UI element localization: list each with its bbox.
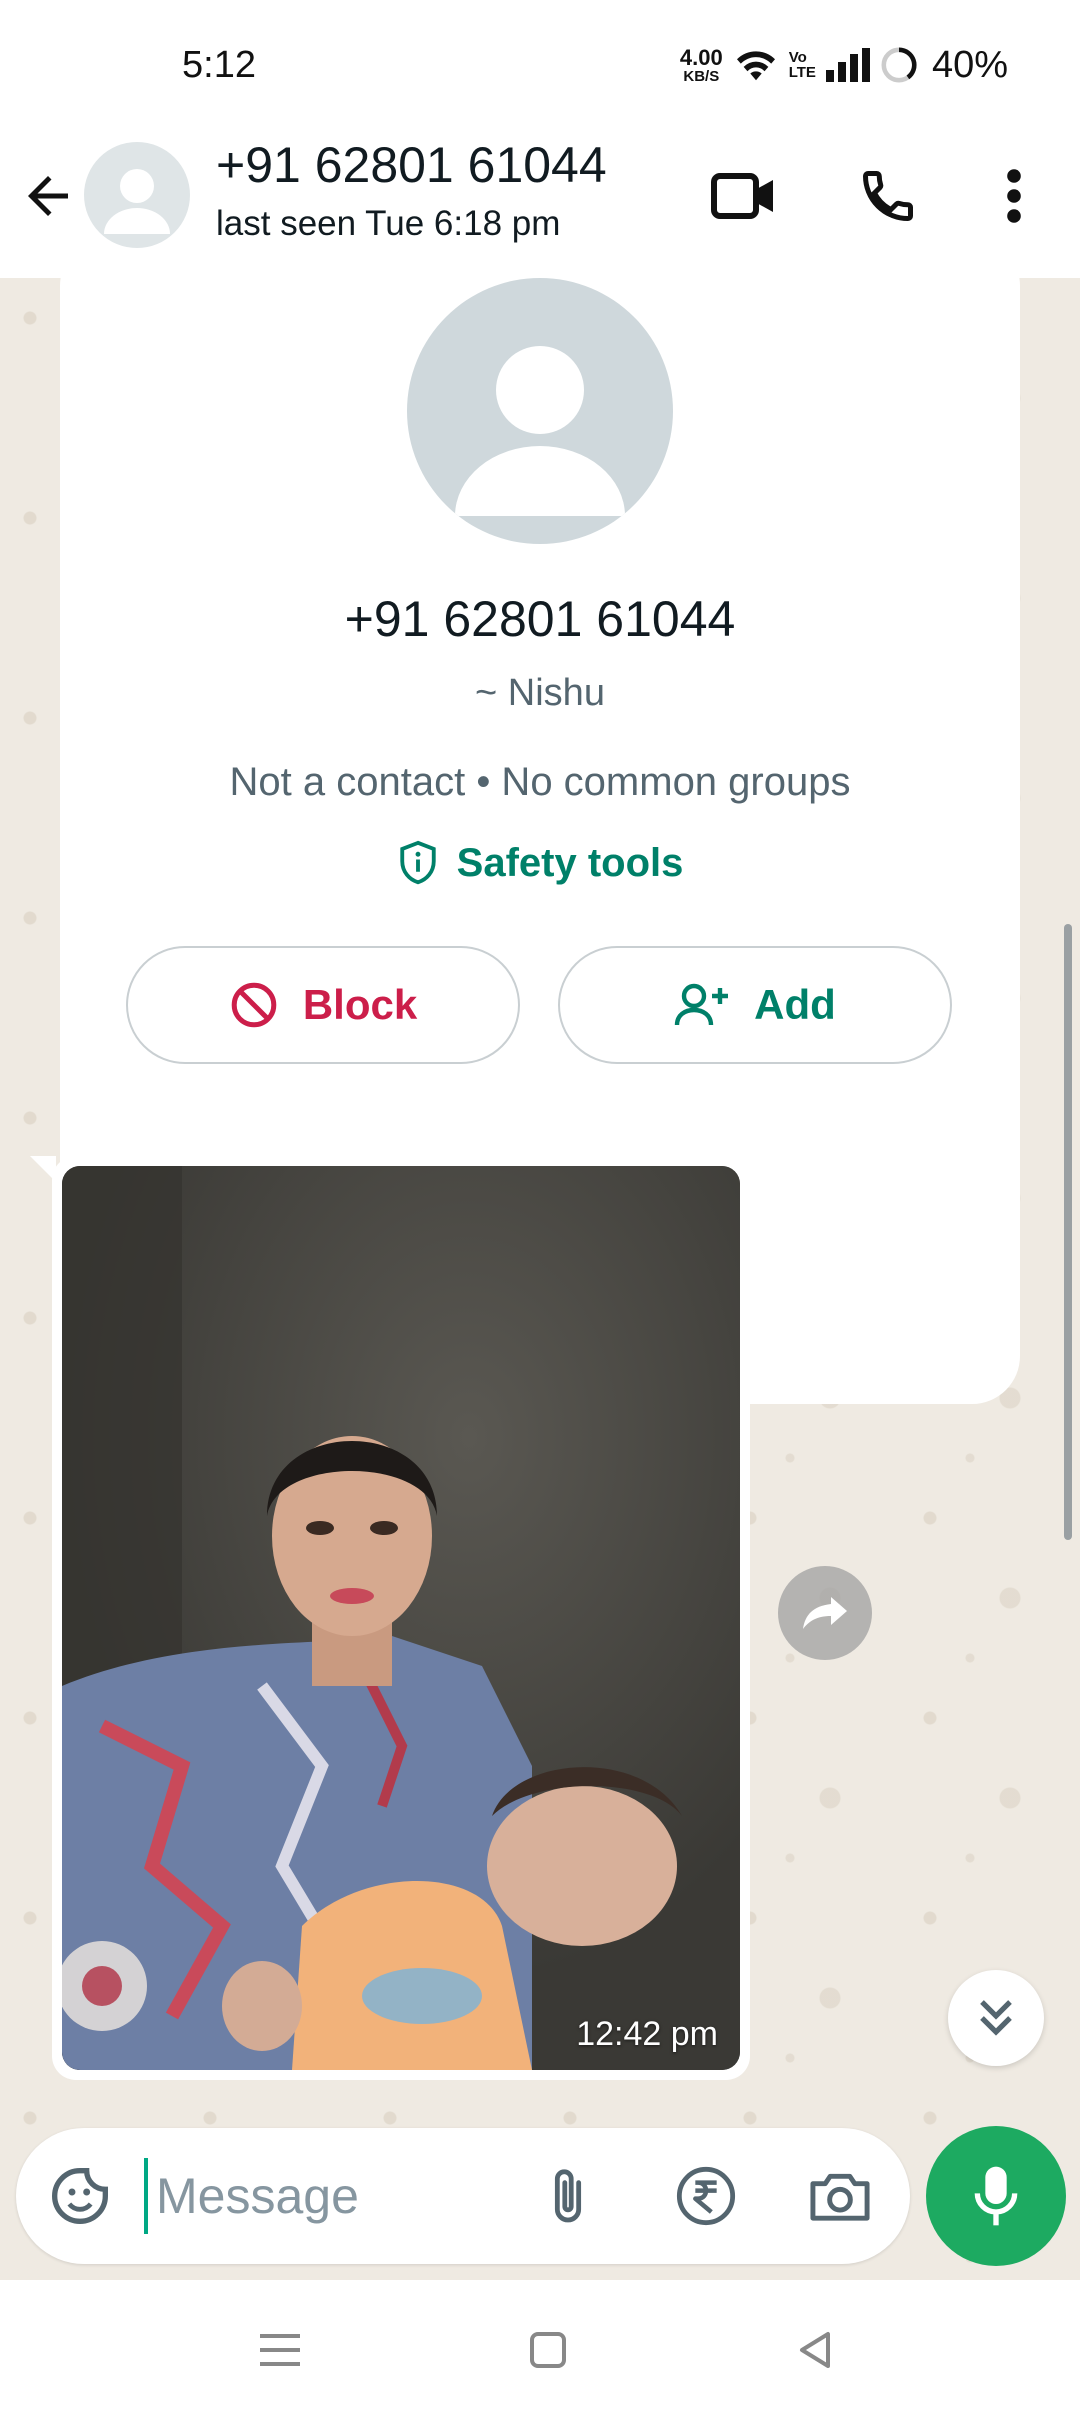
message-photo[interactable]: 12:42 pm	[62, 1166, 740, 2070]
status-icons: 4.00 KB/S Vo LTE 40%	[680, 40, 1008, 90]
volte-bottom: LTE	[788, 64, 816, 81]
system-back-button[interactable]	[776, 2310, 856, 2390]
default-avatar-icon	[455, 346, 625, 516]
status-time: 5:12	[182, 44, 256, 86]
recents-button[interactable]	[240, 2310, 320, 2390]
voice-call-icon	[862, 171, 913, 222]
back-button[interactable]	[18, 166, 78, 226]
paperclip-icon	[554, 2169, 582, 2223]
message-timestamp: 12:42 pm	[576, 2015, 718, 2053]
add-person-icon	[674, 983, 729, 1026]
rupee-icon	[676, 2166, 736, 2226]
battery-ring-icon	[881, 47, 917, 83]
message-input[interactable]	[144, 2158, 524, 2234]
status-bar: 5:12 4.00 KB/S Vo LTE 40%	[0, 0, 1080, 136]
contact-avatar[interactable]	[407, 278, 673, 544]
double-chevron-down-icon	[980, 2000, 1012, 2036]
back-arrow-icon	[28, 176, 68, 216]
block-button[interactable]: Block	[126, 946, 520, 1064]
last-seen: last seen Tue 6:18 pm	[216, 204, 561, 243]
scrollbar[interactable]	[1064, 924, 1072, 1540]
scroll-to-bottom-button[interactable]	[948, 1970, 1044, 2066]
sticker-button[interactable]	[44, 2160, 116, 2232]
video-call-icon	[711, 173, 773, 219]
back-triangle-icon	[800, 2332, 830, 2368]
volte-top: Vo	[788, 49, 807, 66]
camera-icon	[810, 2173, 870, 2221]
home-button[interactable]	[508, 2310, 588, 2390]
contact-meta: Not a contact • No common groups	[229, 760, 851, 804]
contact-phone: +91 62801 61044	[344, 591, 736, 647]
camera-button[interactable]	[802, 2158, 878, 2234]
video-call-button[interactable]	[706, 158, 782, 234]
add-label: Add	[754, 981, 836, 1028]
attach-button[interactable]	[530, 2158, 606, 2234]
safety-tools-label: Safety tools	[456, 840, 684, 885]
sticker-icon	[52, 2168, 108, 2224]
network-speed-value: 4.00	[679, 44, 723, 70]
network-speed-unit: KB/S	[683, 67, 720, 85]
message-composer	[16, 2128, 910, 2264]
forward-button[interactable]	[778, 1566, 872, 1660]
block-icon	[231, 982, 277, 1028]
avatar[interactable]	[84, 142, 190, 248]
contact-name: ~ Nishu	[475, 672, 605, 714]
photo-illustration	[62, 1166, 740, 2070]
chat-title[interactable]: +91 62801 61044	[216, 136, 607, 194]
wifi-icon	[736, 51, 775, 81]
chat-area[interactable]: +91 62801 61044 ~ Nishu Not a contact • …	[0, 278, 1080, 2280]
safety-tools-link[interactable]: Safety tools	[60, 840, 1020, 886]
image-message[interactable]: 12:42 pm	[52, 1156, 750, 2080]
battery-percent: 40%	[931, 43, 1008, 86]
volte-indicator: Vo LTE	[789, 50, 816, 80]
add-contact-button[interactable]: Add	[558, 946, 952, 1064]
default-avatar-icon	[104, 169, 170, 234]
chat-header: +91 62801 61044 last seen Tue 6:18 pm	[0, 136, 1080, 286]
system-navigation-bar	[0, 2280, 1080, 2412]
home-square-icon	[530, 2332, 566, 2368]
voice-call-button[interactable]	[850, 158, 926, 234]
network-speed: 4.00 KB/S	[679, 44, 723, 85]
microphone-icon	[974, 2166, 1018, 2226]
payment-button[interactable]	[668, 2158, 744, 2234]
block-label: Block	[302, 981, 418, 1028]
more-vert-icon	[1007, 169, 1021, 223]
shield-info-icon	[399, 840, 436, 885]
more-options-button[interactable]	[974, 158, 1054, 234]
signal-icon	[825, 48, 870, 82]
forward-icon	[803, 1597, 847, 1629]
menu-lines-icon	[260, 2334, 300, 2366]
voice-message-button[interactable]	[926, 2126, 1066, 2266]
